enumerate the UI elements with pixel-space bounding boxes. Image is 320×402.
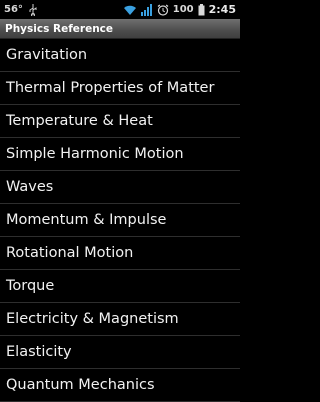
list-item-waves[interactable]: Waves [0, 171, 240, 204]
battery-percent: 100 [172, 4, 194, 15]
temperature-readout: 56° [4, 4, 23, 15]
status-bar: 56° 100 2:45 [0, 0, 240, 19]
list-item-momentum-impulse[interactable]: Momentum & Impulse [0, 204, 240, 237]
list-item-gravitation[interactable]: Gravitation [0, 39, 240, 72]
status-right: 100 2:45 [123, 3, 240, 16]
list-item-elasticity[interactable]: Elasticity [0, 336, 240, 369]
signal-icon [140, 3, 153, 16]
list-item-temperature-heat[interactable]: Temperature & Heat [0, 105, 240, 138]
app-title-bar: Physics Reference [0, 19, 240, 39]
wifi-icon [123, 4, 137, 16]
clock-time: 2:45 [208, 3, 236, 16]
status-left: 56° [0, 3, 37, 16]
list-item-electricity-magnetism[interactable]: Electricity & Magnetism [0, 303, 240, 336]
usb-icon [29, 3, 37, 16]
list-item-rotational-motion[interactable]: Rotational Motion [0, 237, 240, 270]
battery-icon [198, 3, 205, 16]
list-item-simple-harmonic-motion[interactable]: Simple Harmonic Motion [0, 138, 240, 171]
page-title: Physics Reference [5, 22, 114, 35]
list-item-quantum-mechanics[interactable]: Quantum Mechanics [0, 369, 240, 402]
alarm-icon [157, 4, 169, 16]
list-item-thermal-properties[interactable]: Thermal Properties of Matter [0, 72, 240, 105]
topic-list: Gravitation Thermal Properties of Matter… [0, 39, 240, 402]
list-item-torque[interactable]: Torque [0, 270, 240, 303]
